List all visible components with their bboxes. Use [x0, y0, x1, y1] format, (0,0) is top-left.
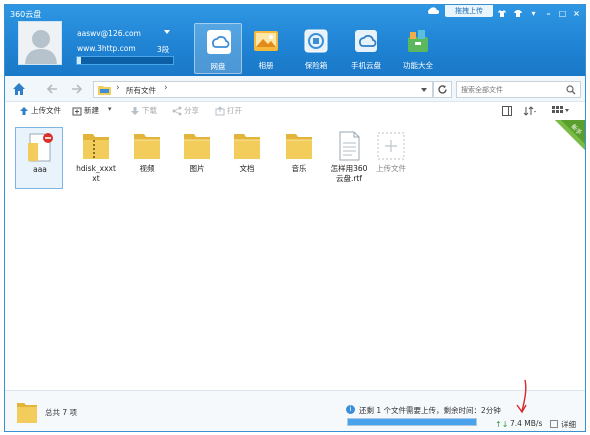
app-title: 360云盘: [10, 10, 42, 19]
nav-label: 相册: [258, 61, 274, 70]
share-label: 分享: [184, 106, 199, 115]
refresh-button[interactable]: [433, 81, 452, 98]
file-item[interactable]: aaa: [15, 127, 63, 189]
search-input[interactable]: [461, 83, 561, 96]
nav-label: 保险箱: [304, 61, 328, 70]
nav-toolbox[interactable]: 功能大全: [394, 23, 442, 74]
folder-icon: [286, 134, 312, 159]
menu-dropdown-icon[interactable]: ▾: [529, 9, 538, 18]
path-box[interactable]: › 所有文件 ›: [93, 81, 433, 98]
path-chevron-icon[interactable]: ›: [164, 83, 168, 93]
refresh-icon: [438, 85, 447, 94]
preview-pane-icon[interactable]: [502, 106, 512, 116]
detail-icon[interactable]: [550, 420, 558, 428]
document-icon: [28, 133, 53, 162]
grid-view-icon[interactable]: [552, 106, 570, 116]
share-icon: [172, 106, 182, 116]
search-box[interactable]: [456, 81, 581, 98]
rtf-file-icon: [339, 131, 360, 161]
forward-arrow-icon[interactable]: [70, 82, 84, 96]
download-arrow-icon: [131, 107, 139, 115]
zip-folder-icon: [83, 134, 109, 159]
toolbox-icon: [408, 30, 428, 52]
download-label: 下载: [142, 106, 157, 115]
new-user-badge[interactable]: 新手: [555, 120, 585, 150]
file-item[interactable]: 音乐: [275, 127, 323, 189]
file-item[interactable]: 图片: [173, 127, 221, 189]
folder-icon: [234, 134, 260, 159]
upload-file-label: 上传文件: [31, 106, 61, 115]
file-name: 上传文件: [376, 164, 406, 173]
safe-box-icon: [304, 29, 328, 53]
new-dropdown-icon: ▾: [108, 105, 112, 113]
nav-label: 手机云盘: [351, 61, 381, 70]
minimize-button[interactable]: –: [544, 9, 553, 18]
upload-message: 还剩 1 个文件需要上传，剩余时间：2分钟: [359, 406, 501, 415]
file-item[interactable]: hdisk_xxxt xt: [72, 127, 120, 189]
detail-link[interactable]: 详细: [561, 419, 576, 430]
folder-icon: [184, 134, 210, 159]
cloud-upload-icon: [428, 7, 439, 14]
app-header: 360云盘 aaswv@126.com www.3http.com 3段 网盘: [5, 5, 585, 76]
shirt-icon[interactable]: [513, 9, 523, 18]
app-window: 360云盘 aaswv@126.com www.3http.com 3段 网盘: [4, 4, 586, 432]
nav-safe-box[interactable]: 保险箱: [292, 23, 340, 74]
nav-photo-album[interactable]: 相册: [242, 23, 290, 74]
folder-icon: [17, 403, 37, 423]
open-icon: [215, 106, 225, 116]
transfer-speed: 7.4 MB/s: [510, 419, 543, 428]
photo-album-icon: [254, 31, 278, 51]
path-dropdown-icon[interactable]: [421, 88, 427, 92]
mobile-cloud-icon: [355, 30, 377, 52]
quota-bar: [76, 56, 174, 65]
new-label: 新建: [84, 106, 99, 115]
back-arrow-icon[interactable]: [45, 82, 59, 96]
new-folder-icon: [72, 107, 82, 116]
file-name: 文档: [239, 164, 255, 173]
account-site: www.3http.com: [77, 44, 136, 53]
quota-fill: [77, 57, 81, 64]
file-item[interactable]: 文档: [223, 127, 271, 189]
transfer-arrows-icon: ↑↓: [495, 420, 509, 429]
close-button[interactable]: ×: [572, 9, 581, 18]
path-chevron-icon: ›: [116, 83, 120, 93]
drag-upload-tab[interactable]: 拖拽上传: [445, 5, 493, 17]
file-area: aaa hdisk_xxxt xt 视频 图片文档 音乐 怎样用360 云盘.rtf 上传文…: [5, 120, 585, 390]
home-icon[interactable]: [12, 82, 26, 96]
folder-icon: [134, 134, 160, 159]
avatar[interactable]: [18, 21, 62, 65]
cloud-drive-icon: [207, 30, 231, 54]
annotation-arrow-icon: [516, 379, 527, 414]
path-current[interactable]: 所有文件: [126, 85, 156, 96]
open-label: 打开: [227, 106, 242, 115]
search-icon[interactable]: [566, 85, 576, 95]
nav-label: 网盘: [210, 62, 226, 71]
status-bar: 总共 7 项 i 还剩 1 个文件需要上传，剩余时间：2分钟 ↑↓ 7.4 MB…: [5, 390, 585, 431]
skin-icon[interactable]: [497, 9, 507, 18]
info-icon: i: [346, 405, 355, 414]
upload-arrow-icon: [20, 107, 28, 115]
add-upload-icon: [377, 132, 405, 160]
account-dropdown-icon[interactable]: [164, 30, 170, 34]
upload-progress-fill: [348, 419, 476, 425]
account-email[interactable]: aaswv@126.com: [77, 29, 141, 38]
nav-mobile-cloud[interactable]: 手机云盘: [342, 23, 390, 74]
item-count: 总共 7 项: [45, 408, 78, 417]
nav-label: 功能大全: [403, 61, 433, 70]
file-name: aaa: [33, 165, 47, 174]
quota-text: 3段: [157, 45, 170, 54]
nav-cloud-drive[interactable]: 网盘: [194, 23, 242, 74]
file-item[interactable]: 怎样用360 云盘.rtf: [325, 127, 373, 189]
sort-icon[interactable]: [523, 106, 537, 116]
upload-progress-bar: [347, 418, 477, 426]
upload-file-tile[interactable]: 上传文件: [367, 127, 415, 189]
maximize-button[interactable]: □: [558, 9, 567, 18]
file-toolbar: 上传文件 新建 ▾ 下载 分享 打开: [5, 102, 585, 120]
folder-icon: [98, 86, 111, 95]
file-item[interactable]: 视频: [123, 127, 171, 189]
address-bar: › 所有文件 ›: [5, 76, 585, 102]
